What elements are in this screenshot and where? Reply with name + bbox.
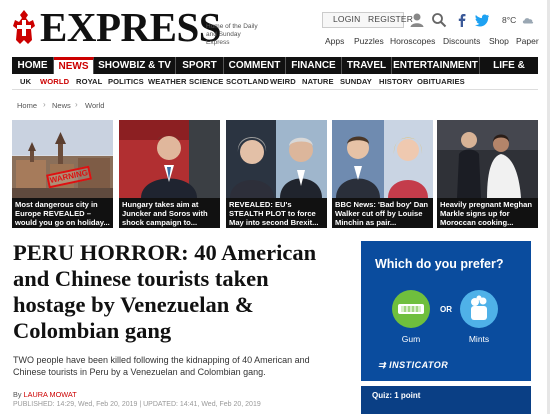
mints-icon — [471, 295, 487, 320]
register-link[interactable]: REGISTER — [368, 14, 413, 24]
sub-nav: UK WORLD ROYAL POLITICS WEATHER SCIENCE … — [12, 74, 538, 90]
story-image — [332, 120, 433, 198]
subnav-scotland[interactable]: SCOTLAND — [226, 77, 269, 86]
puzzles-link[interactable]: Puzzles — [354, 36, 384, 46]
story-card[interactable]: WARNING Most dangerous city in Europe RE… — [12, 120, 113, 228]
site-tagline: Home of the Daily and Sunday Express — [206, 23, 258, 46]
weather-temperature[interactable]: 8°C — [502, 15, 516, 25]
subnav-nature[interactable]: NATURE — [302, 77, 334, 86]
article-headline: PERU HORROR: 40 American and Chinese tou… — [13, 240, 317, 343]
nav-travel[interactable]: TRAVEL — [342, 57, 392, 74]
subnav-royal[interactable]: ROYAL — [76, 77, 102, 86]
mints-option-button[interactable] — [460, 290, 498, 328]
quiz-label: Quiz: 1 point — [372, 391, 421, 400]
user-icon[interactable] — [409, 12, 425, 28]
author-link[interactable]: LAURA MOWAT — [24, 390, 77, 399]
gum-icon — [398, 304, 424, 314]
gum-label: Gum — [401, 334, 421, 344]
insticator-brand-label: INSTICATOR — [389, 360, 449, 370]
quiz-bar[interactable]: Quiz: 1 point — [361, 386, 531, 414]
story-caption: Hungary takes aim at Juncker and Soros w… — [119, 198, 220, 228]
nav-entertainment[interactable]: ENTERTAINMENT — [392, 57, 480, 74]
nav-home[interactable]: HOME — [12, 57, 54, 74]
login-link[interactable]: LOGIN — [333, 14, 360, 24]
story-card[interactable]: Heavily pregnant Meghan Markle signs up … — [437, 120, 538, 228]
story-image — [12, 120, 113, 198]
subnav-obituaries[interactable]: OBITUARIES — [417, 77, 465, 86]
site-logo[interactable]: EXPRESS — [40, 6, 222, 48]
nav-sport[interactable]: SPORT — [176, 57, 224, 74]
poll-question: Which do you prefer? — [375, 257, 504, 271]
insticator-brand[interactable]: ⇉ INSTICATOR — [378, 360, 448, 371]
discounts-link[interactable]: Discounts — [443, 36, 480, 46]
subnav-history[interactable]: HISTORY — [379, 77, 413, 86]
breadcrumb-chevron-icon: › — [43, 100, 46, 109]
subnav-politics[interactable]: POLITICS — [108, 77, 144, 86]
subnav-weather[interactable]: WEATHER — [148, 77, 187, 86]
nav-finance[interactable]: FINANCE — [286, 57, 342, 74]
byline-prefix: By — [13, 390, 22, 399]
story-image — [119, 120, 220, 198]
paper-link[interactable]: Paper — [516, 36, 539, 46]
nav-news[interactable]: NEWS — [54, 57, 94, 74]
poll-widget: Which do you prefer? OR Gum Mints ⇉ INST… — [361, 241, 531, 381]
weather-cloud-icon — [522, 18, 534, 24]
mints-label: Mints — [468, 334, 490, 344]
breadcrumb-chevron-icon: › — [75, 100, 78, 109]
crusader-logo-icon[interactable] — [11, 8, 37, 46]
story-card[interactable]: BBC News: 'Bad boy' Dan Walker cut off b… — [332, 120, 433, 228]
nav-showbiz-tv[interactable]: SHOWBIZ & TV — [94, 57, 176, 74]
subnav-sunday[interactable]: SUNDAY — [340, 77, 372, 86]
poll-or: OR — [440, 305, 452, 314]
breadcrumb-home[interactable]: Home — [17, 101, 37, 110]
breadcrumb-world: World — [85, 101, 105, 110]
story-card[interactable]: REVEALED: EU's STEALTH PLOT to force May… — [226, 120, 327, 228]
story-card[interactable]: Hungary takes aim at Juncker and Soros w… — [119, 120, 220, 228]
story-caption: BBC News: 'Bad boy' Dan Walker cut off b… — [332, 198, 433, 228]
facebook-icon[interactable] — [454, 12, 470, 28]
subnav-uk[interactable]: UK — [20, 77, 31, 86]
subnav-weird[interactable]: WEIRD — [270, 77, 296, 86]
story-image — [437, 120, 538, 198]
twitter-icon[interactable] — [474, 12, 490, 28]
breadcrumb-news[interactable]: News — [52, 101, 71, 110]
shop-link[interactable]: Shop — [489, 36, 509, 46]
main-nav: HOME NEWS SHOWBIZ & TV SPORT COMMENT FIN… — [12, 57, 538, 88]
apps-link[interactable]: Apps — [325, 36, 344, 46]
story-image — [226, 120, 327, 198]
subnav-world[interactable]: WORLD — [40, 77, 69, 86]
insticator-arrow-icon: ⇉ — [378, 360, 387, 370]
nav-life-style[interactable]: LIFE & STYLE — [480, 57, 538, 88]
story-caption: Heavily pregnant Meghan Markle signs up … — [437, 198, 538, 228]
search-icon[interactable] — [431, 12, 447, 28]
story-caption: REVEALED: EU's STEALTH PLOT to force May… — [226, 198, 327, 228]
story-caption: Most dangerous city in Europe REVEALED –… — [12, 198, 113, 228]
article-byline: By LAURA MOWAT — [13, 390, 77, 399]
article-standfirst: TWO people have been killed following th… — [13, 355, 310, 377]
horoscopes-link[interactable]: Horoscopes — [390, 36, 435, 46]
masthead: EXPRESS Home of the Daily and Sunday Exp… — [0, 0, 550, 54]
publish-info: PUBLISHED: 14:29, Wed, Feb 20, 2019 | UP… — [13, 401, 261, 408]
gum-option-button[interactable] — [392, 290, 430, 328]
nav-comment[interactable]: COMMENT — [224, 57, 286, 74]
subnav-science[interactable]: SCIENCE — [189, 77, 223, 86]
